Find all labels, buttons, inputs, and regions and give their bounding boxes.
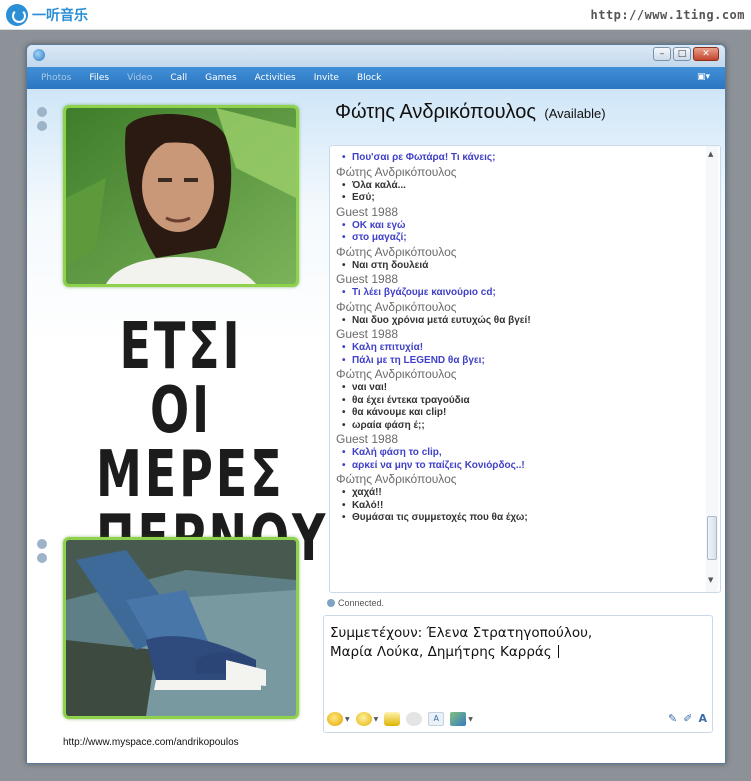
site-url: http://www.1ting.com <box>590 8 745 22</box>
minimize-button[interactable]: – <box>653 47 671 61</box>
message-sender: Φώτης Ανδρικόπουλος <box>336 164 457 179</box>
window-controls: – □ ✕ <box>653 47 719 61</box>
message-line: Που'σαι ρε Φωτάρα! Τι κάνεις; <box>336 152 706 165</box>
message-line: Όλα καλά... <box>336 180 706 193</box>
conversation-scrollbar[interactable]: ▲ ▼ <box>706 146 718 592</box>
menu-call[interactable]: Call <box>170 73 187 83</box>
message-line: Καλη επιτυχία! <box>336 342 706 355</box>
toolbar-right: ✎ ✐ A <box>668 712 707 725</box>
maximize-button[interactable]: □ <box>673 47 691 61</box>
text-format-icon[interactable]: A <box>698 712 707 725</box>
my-card-icon[interactable] <box>37 553 47 563</box>
contact-portrait <box>66 108 296 284</box>
message-line: Τι λέει βγάζουμε καινούριο cd; <box>336 287 706 300</box>
poster-line-1: ΕΤΣΙ ΟΙ <box>119 310 243 448</box>
collapse-bottom-icon[interactable] <box>37 539 47 549</box>
message-sender: Φώτης Ανδρικόπουλος <box>336 299 457 314</box>
contact-header: Φώτης Ανδρικόπουλος (Available) <box>335 101 606 124</box>
message-line: ναι ναι! <box>336 382 706 395</box>
message-sender: Guest 1988 <box>336 432 399 446</box>
message-sender: Guest 1988 <box>336 272 399 286</box>
emoticon-icon[interactable] <box>327 712 343 726</box>
menu-files[interactable]: Files <box>89 73 109 83</box>
message-sender: Guest 1988 <box>336 327 399 341</box>
logo-icon <box>6 4 28 26</box>
contact-status: (Available) <box>544 106 606 121</box>
site-banner: 一听音乐 http://www.1ting.com <box>0 0 751 30</box>
message-list: Που'σαι ρε Φωτάρα! Τι κάνεις;Φώτης Ανδρι… <box>336 152 706 525</box>
menu-options-icon[interactable]: ▣▾ <box>697 72 715 84</box>
my-display-picture[interactable] <box>63 537 299 719</box>
scroll-thumb[interactable] <box>707 516 717 560</box>
menu-invite[interactable]: Invite <box>314 73 339 83</box>
menu-games[interactable]: Games <box>205 73 236 83</box>
message-line: θα έχει έντεκα τραγούδια <box>336 395 706 408</box>
message-line: Ναι στη δουλειά <box>336 260 706 273</box>
site-logo[interactable]: 一听音乐 <box>6 4 88 26</box>
message-line: ΟΚ και εγώ <box>336 220 706 233</box>
pen-icon[interactable]: ✐ <box>683 712 692 725</box>
message-line: Εσύ; <box>336 192 706 205</box>
messenger-window: – □ ✕ Photos Files Video Call Games Acti… <box>26 44 726 764</box>
menu-activities[interactable]: Activities <box>255 73 296 83</box>
conversation-history[interactable]: Που'σαι ρε Φωτάρα! Τι κάνεις;Φώτης Ανδρι… <box>329 145 721 593</box>
handwriting-icon[interactable]: ✎ <box>668 712 677 725</box>
menu-block[interactable]: Block <box>357 73 381 83</box>
messenger-icon <box>33 49 45 61</box>
message-line: Πάλι με τη LEGEND θα βγει; <box>336 355 706 368</box>
scroll-up-icon[interactable]: ▲ <box>708 150 713 158</box>
text-caret <box>557 645 559 658</box>
menu-bar: Photos Files Video Call Games Activities… <box>27 67 725 89</box>
message-line: Θυμάσαι τις συμμετοχές που θα έχω; <box>336 512 706 525</box>
message-sender: Φώτης Ανδρικόπουλος <box>336 244 457 259</box>
contact-card-icon[interactable] <box>37 121 47 131</box>
logo-text: 一听音乐 <box>32 8 88 24</box>
compose-line-2: Μαρία Λούκα, Δημήτρης Καρράς <box>330 643 700 662</box>
title-bar[interactable]: – □ ✕ <box>27 45 725 67</box>
message-line: Ναι δυο χρόνια μετά ευτυχώς θα βγεί! <box>336 315 706 328</box>
album-poster: ΕΤΣΙ ΟΙ ΜΕΡΕΣ ΠΕΡΝΟΥΝ <box>63 310 367 571</box>
nudge-icon[interactable] <box>406 712 423 726</box>
message-line: χαχά!! <box>336 487 706 500</box>
voice-clip-icon[interactable] <box>384 712 401 726</box>
background-dropdown-icon[interactable]: ▼ <box>468 716 473 723</box>
wink-dropdown-icon[interactable]: ▼ <box>374 716 379 723</box>
myspace-link[interactable]: http://www.myspace.com/andrikopoulos <box>63 737 239 748</box>
message-line: ωραία φάση έ;; <box>336 420 706 433</box>
contact-display-picture[interactable] <box>63 105 299 287</box>
wink-icon[interactable] <box>355 712 372 726</box>
collapse-top-icon[interactable] <box>37 107 47 117</box>
message-sender: Φώτης Ανδρικόπουλος <box>336 472 457 486</box>
scroll-down-icon[interactable]: ▼ <box>708 576 713 584</box>
menu-video[interactable]: Video <box>127 73 152 83</box>
connection-icon <box>327 599 335 607</box>
background-icon[interactable] <box>450 712 467 726</box>
message-line: Καλό!! <box>336 500 706 513</box>
message-line: αρκεί να μην το παίζεις Κονιόρδος..! <box>336 460 706 473</box>
message-line: θα κάνουμε και clip! <box>336 407 706 420</box>
message-line: στο μαγαζί; <box>336 232 706 245</box>
contact-name: Φώτης Ανδρικόπουλος <box>335 101 536 123</box>
connection-status: Connected. <box>327 598 384 608</box>
menu-photos[interactable]: Photos <box>41 73 71 83</box>
sneakers-photo <box>66 540 296 716</box>
compose-line-2-text: Μαρία Λούκα, Δημήτρης Καρράς <box>330 644 552 660</box>
message-line: Καλή φάση το clip, <box>336 447 706 460</box>
compose-line-1: Συμμετέχουν: Έλενα Στρατηγοπούλου, <box>330 625 593 641</box>
message-sender: Guest 1988 <box>336 204 399 219</box>
emoticon-dropdown-icon[interactable]: ▼ <box>345 716 350 723</box>
message-sender: Φώτης Ανδρικόπουλος <box>336 367 457 381</box>
connection-text: Connected. <box>338 598 385 608</box>
compose-text[interactable]: Συμμετέχουν: Έλενα Στρατηγοπούλου, Μαρία… <box>330 624 700 662</box>
font-icon[interactable]: A <box>428 712 445 726</box>
compose-toolbar: ▼ ▼ A ▼ ✎ ✐ A <box>327 709 711 729</box>
close-button[interactable]: ✕ <box>693 47 719 61</box>
poster-line-2: ΜΕΡΕΣ <box>96 438 285 512</box>
